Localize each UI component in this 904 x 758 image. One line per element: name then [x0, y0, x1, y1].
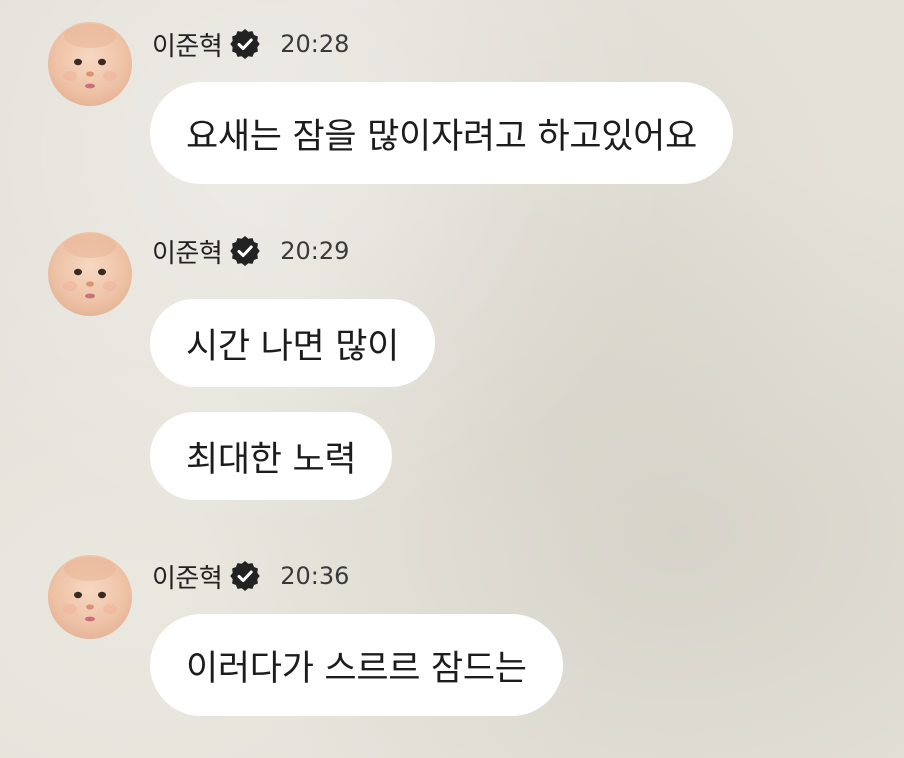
- baby-face-icon: [63, 234, 117, 299]
- message-bubble[interactable]: 이러다가 스르르 잠드는: [150, 614, 563, 716]
- message-bubble[interactable]: 요새는 잠을 많이자려고 하고있어요: [150, 82, 733, 184]
- message-time: 20:29: [280, 237, 350, 265]
- baby-face-icon: [63, 557, 117, 622]
- message-meta: 이준혁 20:29: [152, 233, 349, 269]
- message-time: 20:28: [280, 30, 350, 58]
- sender-name[interactable]: 이준혁: [152, 26, 223, 63]
- sender-name[interactable]: 이준혁: [152, 233, 223, 270]
- message-bubble[interactable]: 최대한 노력: [150, 412, 393, 500]
- verified-badge-icon: [230, 29, 260, 59]
- verified-badge-icon: [230, 561, 260, 591]
- message-meta: 이준혁 20:36: [152, 558, 349, 594]
- message-meta: 이준혁 20:28: [152, 26, 349, 62]
- avatar[interactable]: [48, 555, 132, 639]
- baby-face-icon: [63, 24, 117, 89]
- sender-name[interactable]: 이준혁: [152, 558, 223, 595]
- verified-badge-icon: [230, 236, 260, 266]
- message-time: 20:36: [280, 562, 350, 590]
- message-bubble[interactable]: 시간 나면 많이: [150, 299, 436, 387]
- avatar[interactable]: [48, 22, 132, 106]
- avatar[interactable]: [48, 232, 132, 316]
